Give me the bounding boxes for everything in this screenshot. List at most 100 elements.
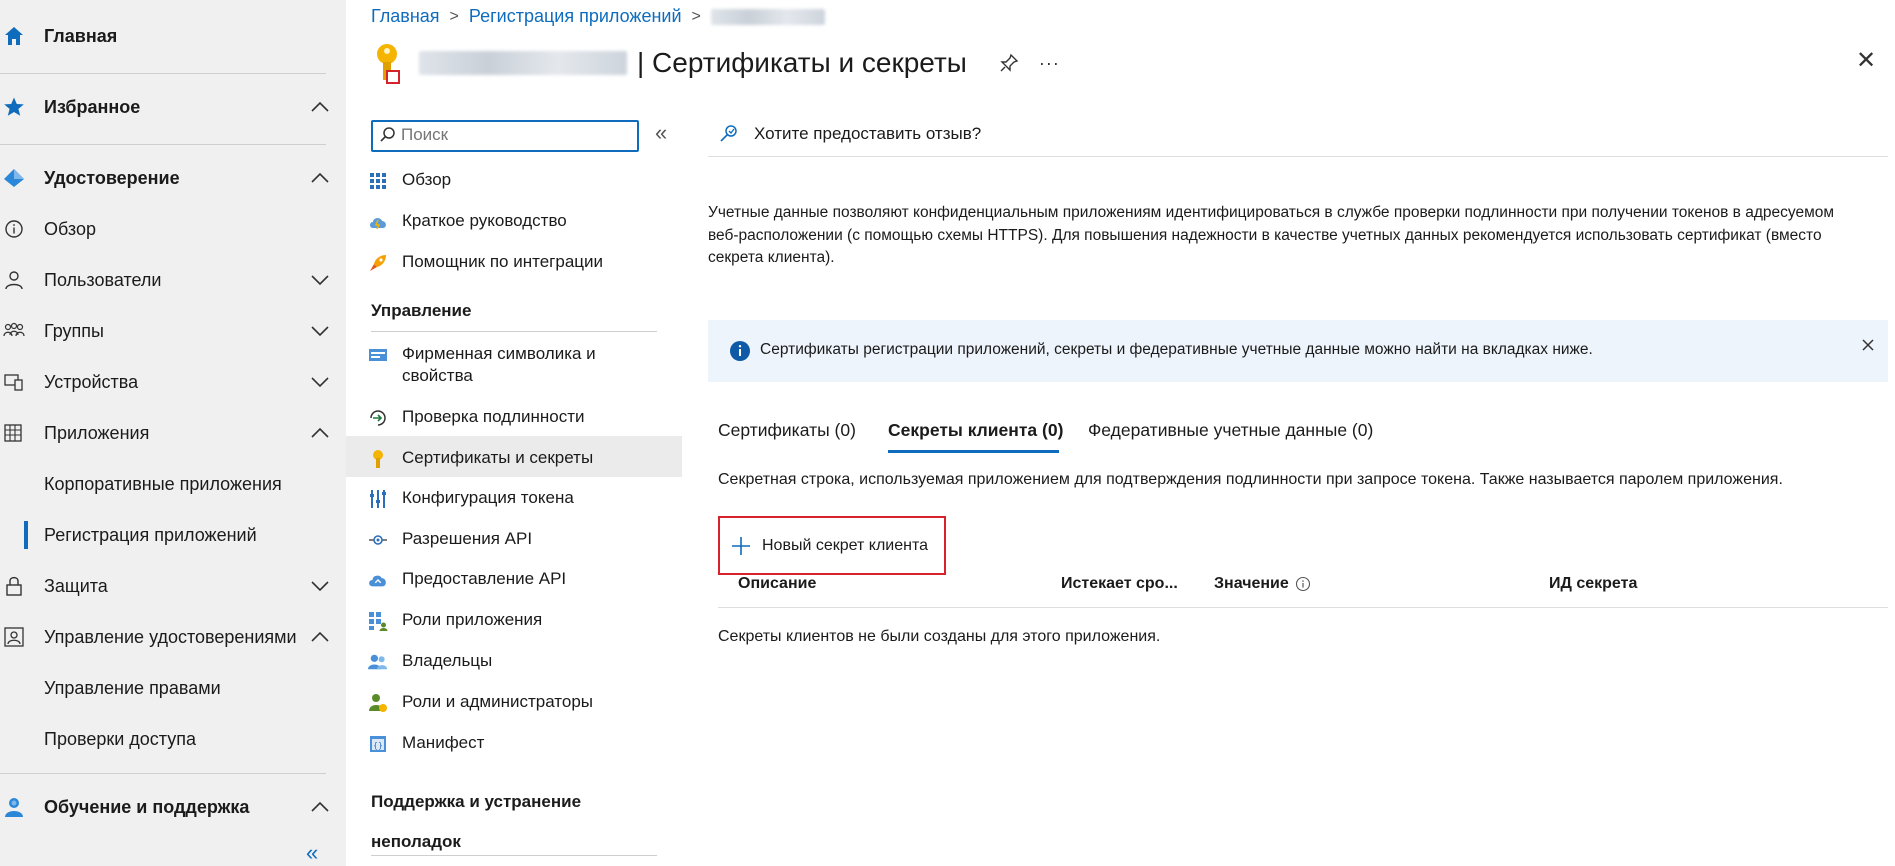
nav-item-devices[interactable]: Устройства (0, 360, 346, 404)
menu-label: Роли и администраторы (402, 692, 594, 711)
nav-item-entitlement-management[interactable]: Управление правами (0, 666, 346, 710)
info-icon (729, 340, 751, 362)
menu-item-integration-assistant[interactable]: Помощник по интеграции (346, 251, 682, 275)
menu-item-roles-admins[interactable]: Роли и администраторы (346, 691, 682, 715)
menu-item-token-config[interactable]: Конфигурация токена (346, 487, 682, 511)
menu-item-certs-secrets[interactable]: Сертификаты и секреты (346, 447, 682, 471)
nav-item-applications[interactable]: Приложения (0, 411, 346, 455)
menu-item-app-roles[interactable]: Роли приложения (346, 609, 682, 633)
nav-label: Избранное (44, 96, 141, 117)
chevron-up-icon[interactable] (307, 165, 333, 191)
nav-item-identity-governance[interactable]: Управление удостоверениями (0, 615, 346, 659)
menu-item-owners[interactable]: Владельцы (346, 650, 682, 674)
roles-admins-icon (368, 693, 388, 713)
breadcrumb-app-name-redacted[interactable] (710, 8, 825, 25)
key-icon (371, 40, 413, 88)
nav-label: Корпоративные приложения (44, 473, 282, 494)
dismiss-banner-icon[interactable] (1861, 338, 1881, 358)
menu-label: Фирменная символика и свойства (402, 344, 596, 385)
info-circle-icon (2, 217, 26, 241)
token-config-icon (368, 489, 388, 509)
collapse-menu-button[interactable]: « (655, 120, 667, 146)
tab-certificates[interactable]: Сертификаты (0) (718, 420, 856, 441)
breadcrumb-app-registrations-link[interactable]: Регистрация приложений (469, 6, 682, 27)
menu-label: Предоставление API (402, 569, 567, 588)
cloud-bolt-icon (368, 212, 388, 232)
chevron-down-icon[interactable] (307, 369, 333, 395)
menu-item-api-permissions[interactable]: Разрешения API (346, 528, 682, 552)
new-client-secret-button[interactable]: Новый секрет клиента (718, 516, 946, 575)
nav-item-app-registrations[interactable]: Регистрация приложений (0, 513, 346, 557)
close-blade-icon[interactable]: ✕ (1856, 46, 1876, 75)
column-header-value[interactable]: Значение (1214, 575, 1311, 593)
section-header-manage: Управление (371, 301, 472, 320)
chevron-up-icon[interactable] (307, 420, 333, 446)
intro-description: Учетные данные позволяют конфиденциальны… (708, 204, 1834, 266)
menu-item-quickstart[interactable]: Краткое руководство (346, 210, 682, 234)
svg-text:{}: {} (373, 741, 383, 750)
menu-label: Конфигурация токена (402, 488, 574, 507)
page-title: | Сертификаты и секреты (637, 47, 967, 78)
column-header-expires[interactable]: Истекает сро... (1061, 575, 1178, 593)
search-input[interactable] (401, 124, 629, 146)
chevron-down-icon[interactable] (307, 318, 333, 344)
menu-item-overview[interactable]: Обзор (346, 169, 682, 193)
menu-item-branding[interactable]: Фирменная символика и свойства (346, 343, 682, 389)
governance-icon (2, 625, 26, 649)
menu-search-box[interactable] (371, 120, 639, 152)
nav-label: Устройства (44, 371, 139, 392)
nav-item-overview[interactable]: Обзор (0, 207, 346, 251)
nav-item-protection[interactable]: Защита (0, 564, 346, 608)
breadcrumb-separator: > (449, 7, 459, 25)
nav-item-access-reviews[interactable]: Проверки доступа (0, 717, 346, 761)
chevron-down-icon[interactable] (307, 573, 333, 599)
chevron-down-icon[interactable] (307, 267, 333, 293)
cloud-icon (368, 570, 388, 590)
chevron-up-icon[interactable] (307, 794, 333, 820)
nav-label: Удостоверение (44, 167, 180, 188)
menu-label: Проверка подлинности (402, 407, 585, 426)
tab-client-secrets[interactable]: Секреты клиента (0) (888, 420, 1063, 441)
rocket-icon (368, 253, 388, 273)
pin-icon[interactable] (997, 51, 1021, 75)
breadcrumb-home-link[interactable]: Главная (371, 6, 440, 27)
empty-table-message: Секреты клиентов не были созданы для это… (718, 628, 1161, 645)
owners-icon (368, 652, 388, 672)
nav-item-users[interactable]: Пользователи (0, 258, 346, 302)
collapse-nav-button[interactable]: « (306, 840, 318, 866)
search-icon (379, 126, 397, 149)
menu-divider (371, 331, 657, 332)
nav-label: Пользователи (44, 269, 162, 290)
chevron-up-icon[interactable] (307, 94, 333, 120)
menu-item-expose-api[interactable]: Предоставление API (346, 568, 682, 592)
menu-label: Сертификаты и секреты (402, 448, 594, 467)
nav-divider (0, 73, 326, 74)
column-header-description[interactable]: Описание (738, 575, 816, 593)
column-header-secret-id[interactable]: ИД секрета (1549, 575, 1637, 593)
apps-grid-icon (2, 421, 26, 445)
tab-federated-credentials[interactable]: Федеративные учетные данные (0) (1088, 420, 1373, 441)
chevron-up-icon[interactable] (307, 624, 333, 650)
menu-item-authentication[interactable]: Проверка подлинности (346, 406, 682, 430)
table-header-divider (718, 607, 1888, 608)
nav-item-groups[interactable]: Группы (0, 309, 346, 353)
nav-item-learn-support[interactable]: Обучение и поддержка (0, 785, 346, 829)
nav-item-home[interactable]: Главная (0, 14, 346, 58)
secrets-table-header: Описание Истекает сро... Значение ИД сек… (718, 575, 1888, 607)
menu-label: Разрешения API (402, 529, 533, 548)
nav-item-favorites[interactable]: Избранное (0, 85, 346, 129)
nav-label: Управление правами (44, 677, 221, 698)
nav-divider (0, 144, 326, 145)
info-circle-icon[interactable] (1295, 576, 1311, 592)
feedback-link[interactable]: Хотите предоставить отзыв? (718, 122, 981, 146)
more-options-icon[interactable]: ··· (1039, 53, 1060, 74)
devices-icon (2, 370, 26, 394)
menu-item-manifest[interactable]: {} Манифест (346, 732, 682, 756)
authentication-icon (368, 408, 388, 428)
nav-item-identity[interactable]: Удостоверение (0, 156, 346, 200)
nav-item-enterprise-apps[interactable]: Корпоративные приложения (0, 462, 346, 506)
groups-icon (2, 319, 26, 343)
new-client-secret-label: Новый секрет клиента (762, 536, 929, 554)
toolbar-divider (708, 156, 1888, 157)
support-person-icon (2, 795, 26, 819)
